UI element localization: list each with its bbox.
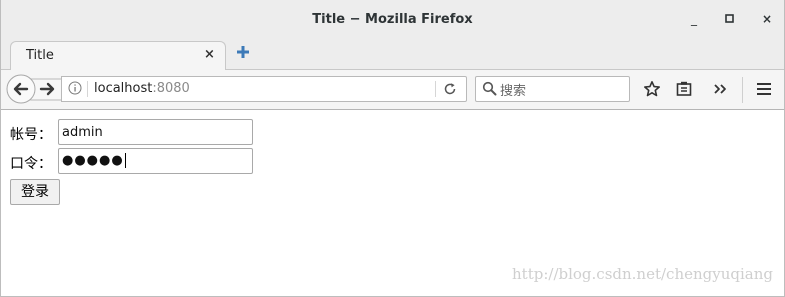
back-forward-buttons[interactable] (6, 74, 64, 104)
minimize-button[interactable]: _ (686, 11, 702, 27)
text-caret (124, 153, 126, 168)
account-label: 帐号： (10, 127, 52, 143)
overflow-chevron-icon[interactable] (712, 80, 730, 98)
window-title: Title − Mozilla Firefox (312, 12, 473, 27)
new-tab-icon[interactable] (235, 44, 251, 60)
tab-label: Title (26, 48, 54, 63)
url-bar[interactable]: localhost:8080 (61, 76, 467, 102)
tab-title-page[interactable]: Title × (10, 41, 226, 70)
password-input[interactable]: ●●●●● (58, 148, 253, 174)
url-host: localhost (94, 81, 153, 96)
watermark: http://blog.csdn.net/chengyuqiang (512, 265, 773, 283)
url-text[interactable]: localhost:8080 (94, 81, 190, 96)
search-bar[interactable]: 搜索 (475, 76, 630, 102)
search-icon (482, 81, 497, 96)
navigation-toolbar: localhost:8080 搜索 (0, 70, 785, 110)
info-icon[interactable] (68, 81, 82, 95)
tab-close-button[interactable]: × (204, 47, 215, 62)
hamburger-menu-icon[interactable] (755, 80, 773, 98)
url-port: :8080 (152, 81, 190, 96)
toolbar-divider (742, 77, 743, 103)
bookmark-star-icon[interactable] (643, 80, 661, 98)
url-divider (87, 81, 88, 97)
tab-bar: Title × (0, 39, 785, 70)
reload-icon[interactable] (443, 82, 457, 96)
account-input[interactable]: admin (58, 119, 253, 145)
password-dots: ●●●●● (62, 153, 124, 168)
password-label: 口令： (10, 156, 52, 172)
search-placeholder: 搜索 (500, 84, 527, 99)
close-window-button[interactable]: × (759, 11, 775, 27)
window-titlebar[interactable]: Title − Mozilla Firefox _ × (0, 0, 785, 39)
account-value: admin (62, 125, 103, 140)
maximize-icon (725, 14, 734, 23)
password-value: ●●●●● (62, 153, 126, 168)
page-content: 帐号： admin 口令： ●●●●● 登录 http://blog.csdn.… (0, 110, 785, 297)
window-frame-left (0, 0, 1, 297)
library-icon[interactable] (675, 80, 693, 98)
reload-divider (435, 81, 436, 97)
login-button[interactable]: 登录 (10, 179, 60, 205)
maximize-button[interactable] (722, 11, 738, 27)
